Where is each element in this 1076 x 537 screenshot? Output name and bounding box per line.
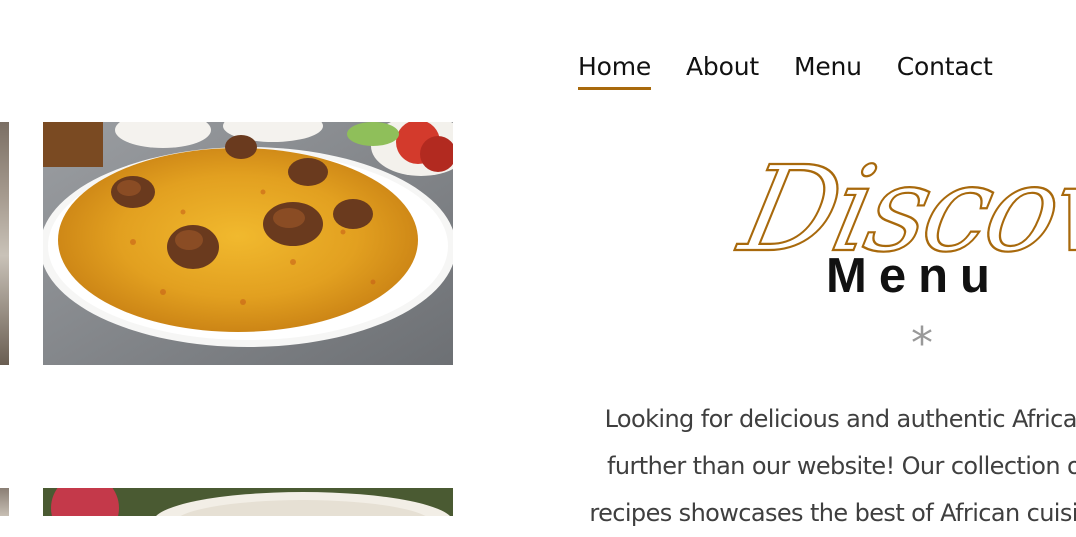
divider-asterisk: * [911,318,933,369]
dish-photo-bottom [43,488,453,516]
intro-line: Looking for delicious and authentic Afri… [604,405,1076,433]
nav-item-home[interactable]: Home [578,52,651,90]
intro-line: recipes showcases the best of African cu… [589,499,1076,527]
intro-line: further than our website! Our collection… [607,452,1076,480]
page-title: Menu [826,249,1002,303]
main-navigation: Home About Menu Contact [578,52,993,90]
nav-item-contact[interactable]: Contact [897,52,993,90]
jollof-rice-illustration [43,122,453,365]
gallery-image-partial-left-bottom [0,488,9,516]
jollof-rice-photo [43,122,453,365]
nav-item-menu[interactable]: Menu [794,52,862,90]
dish-photo-bottom-illustration [43,488,453,516]
nav-item-about[interactable]: About [686,52,759,90]
gallery-image-partial-left [0,122,9,365]
